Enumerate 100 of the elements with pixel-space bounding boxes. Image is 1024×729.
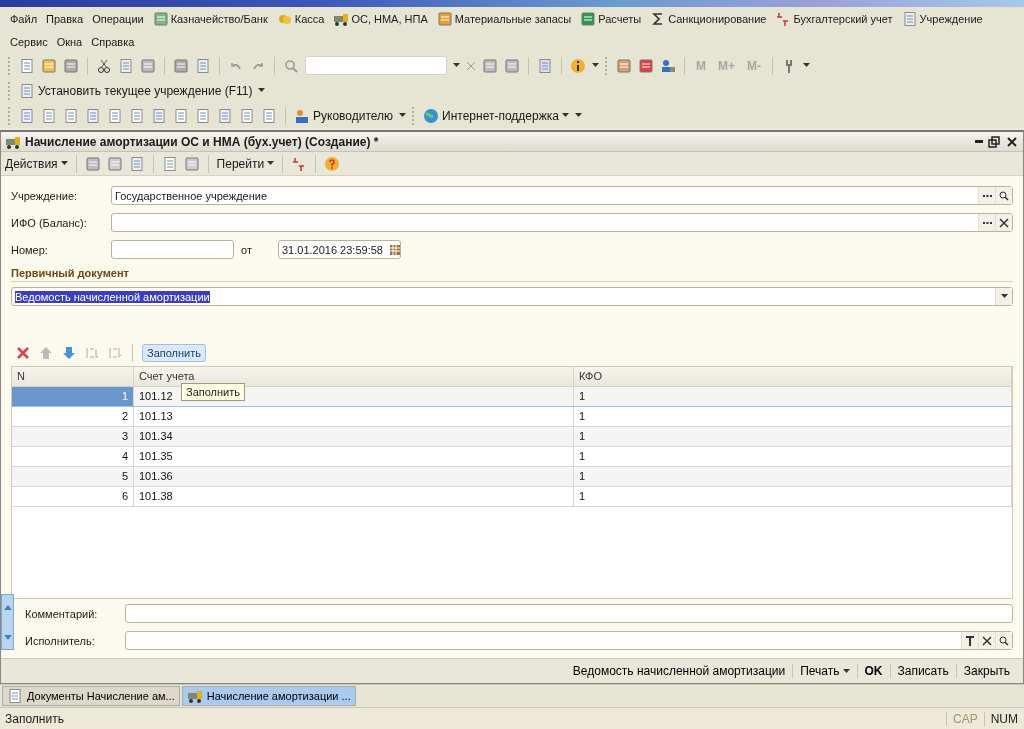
form-button[interactable]: Закрыть [956,664,1017,678]
table-row[interactable]: 5 101.36 1 [12,466,1012,487]
choose-button[interactable] [978,187,995,204]
document-title: Начисление амортизации ОС и НМА (бух.учет) (Создание) * [25,134,380,149]
select-field[interactable]: Государственное учреждение [111,186,1013,205]
field-label: Комментарий: [24,607,99,620]
restore-icon [987,134,1001,149]
report-icon [151,107,167,124]
section-title: Первичный документ [11,267,1013,282]
menu-item[interactable]: Справка [91,35,135,48]
column-header[interactable]: КФО [574,366,1012,386]
form-button[interactable]: Печать [793,664,858,678]
search-button[interactable] [995,632,1012,649]
field-label: Исполнитель: [24,634,96,647]
minimize-icon [975,140,983,143]
status-message: Заполнить [5,711,65,726]
table-row[interactable]: 6 101.38 1 [12,486,1012,507]
report-icon [173,107,189,124]
caret-icon [60,161,68,166]
people-icon [294,107,310,124]
menu-item[interactable]: Окна [56,35,83,48]
up-arrow-icon [38,344,54,361]
set-institution-button[interactable]: Установить текущее учреждение (F11) [19,82,253,99]
executor-field[interactable] [125,631,1013,650]
search-button[interactable] [995,187,1012,204]
choose-button[interactable] [978,214,995,231]
clipboard-icon [901,10,918,27]
report-icon [217,107,233,124]
table-row[interactable]: 4 101.35 1 [12,446,1012,467]
truck-icon [186,688,203,704]
form-button[interactable]: Ведомость начисленной амортизации [565,664,794,678]
report-icon [41,107,57,124]
report-icon [239,107,255,124]
caret-icon [399,113,407,118]
close-icon [982,635,992,646]
report-icon [261,107,277,124]
caret-icon [592,63,599,68]
caret-icon [803,63,810,68]
manager-button[interactable]: Руководителю [294,107,394,124]
column-header[interactable]: N [12,366,134,386]
delete-icon [15,344,31,361]
fill-tooltip: Заполнить [181,383,245,401]
down-arrow-icon [61,344,77,361]
window-tab[interactable]: Начисление амортизации ... [181,686,356,706]
menu-item[interactable]: Материальные запасы [436,10,572,27]
menu-item[interactable]: Учреждение [901,10,983,27]
report-icon [129,107,145,124]
number-field[interactable] [111,240,234,259]
text-icon [965,635,975,646]
clear-button[interactable] [978,632,995,649]
menu-item[interactable]: Бухгалтерский учет [775,10,893,27]
search-icon [283,57,299,74]
preview-icon [195,57,211,74]
clipboard-icon [19,82,35,99]
field-label: от [240,243,253,256]
table-row[interactable]: 2 101.13 1 [12,406,1012,427]
search-icon [999,190,1009,201]
date-field[interactable]: 31.01.2016 23:59:58 [278,240,401,259]
menu-item[interactable]: Операции [92,12,144,25]
dropdown-button[interactable] [995,288,1012,305]
table-row[interactable]: 3 101.34 1 [12,426,1012,447]
text-button[interactable] [961,632,978,649]
field-label: Номер: [11,243,49,256]
report-icon [107,107,123,124]
fill-button[interactable]: Заполнить [142,343,206,362]
info-icon [570,57,586,74]
scissors-icon [96,57,112,74]
search-field[interactable] [305,56,447,75]
actions-menu-button[interactable]: Действия [5,156,68,171]
menu-item[interactable]: Файл [10,12,38,25]
comment-field[interactable] [125,604,1013,623]
side-panel[interactable] [1,594,14,650]
menu-item[interactable]: ОС, НМА, НПА [333,10,428,27]
more-icon [982,194,992,197]
field-label: ИФО (Баланс): [11,216,88,229]
ok-button[interactable]: OK [857,664,891,678]
menu-item[interactable]: Касса [276,10,325,27]
form-button[interactable]: Записать [890,664,957,678]
menu-item[interactable]: Расчеты [580,10,642,27]
status-indicator: CAP [946,711,984,726]
dropdown-field[interactable]: Ведомость начисленной амортизации [11,287,1013,306]
menu-item[interactable]: Правка [46,12,84,25]
search-icon [999,635,1009,646]
goto-menu-button[interactable]: Перейти [216,156,275,171]
clear-button[interactable] [995,214,1012,231]
support-button[interactable]: Интернет-поддержка [423,107,569,124]
new-document-icon [19,57,35,74]
window-tab[interactable]: Документы Начисление ам... [2,686,180,706]
close-icon [466,60,476,71]
report-icon [195,107,211,124]
globe-icon [423,107,440,124]
menu-item[interactable]: Санкционирование [650,10,767,27]
user-lock-icon [660,57,676,74]
caret-icon [267,161,275,166]
close-icon [1005,134,1019,149]
select-field[interactable] [111,213,1013,232]
menu-item[interactable]: Сервис [10,35,48,48]
field-label: Учреждение: [11,189,79,202]
help-icon [324,155,341,172]
menu-item[interactable]: Казначейство/Банк [152,10,268,27]
